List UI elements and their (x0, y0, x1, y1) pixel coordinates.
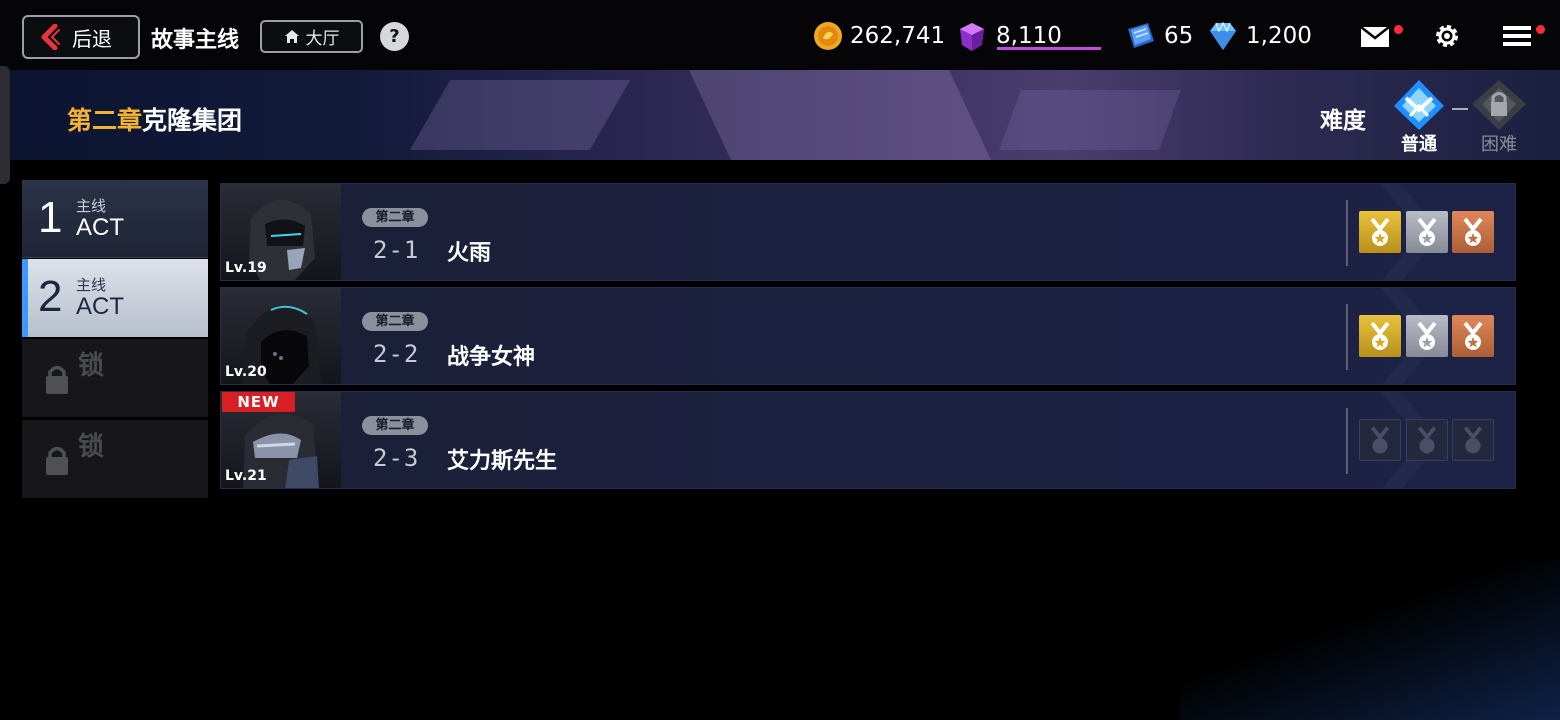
gold-medal-icon (1359, 211, 1401, 253)
stage-level: Lv.20 (225, 364, 267, 380)
banner-background-shard (409, 80, 631, 150)
stage-level: Lv.21 (225, 468, 267, 484)
difficulty-normal-button[interactable]: 普通 (1384, 76, 1454, 156)
new-badge: NEW (222, 392, 295, 412)
diamond-value: 1,200 (1246, 23, 1312, 49)
hard-difficulty-lock-icon (1472, 80, 1526, 130)
stage-code: 2-1 (373, 236, 420, 264)
bronze-medal-icon (1452, 211, 1494, 253)
empty-medal-icon (1452, 419, 1494, 461)
stage-name: 艾力斯先生 (447, 449, 558, 474)
stage-row-2-3[interactable]: Lv.21 第二章 2-3 艾力斯先生 (220, 391, 1516, 489)
mail-icon (1360, 26, 1390, 47)
silver-medal-icon (1406, 315, 1448, 357)
stage-divider (1346, 200, 1348, 266)
crystal-progress-bar (997, 47, 1101, 50)
stage-boss-portrait: Lv.19 (221, 184, 341, 280)
gold-medal-icon (1359, 315, 1401, 357)
stage-chapter-badge: 第二章 (362, 208, 428, 227)
hamburger-menu-icon (1503, 26, 1531, 46)
act-number: 1 (38, 193, 63, 242)
gold-value: 262,741 (850, 23, 946, 49)
ticket-value: 65 (1164, 23, 1194, 49)
act-tab-locked[interactable]: 锁 (22, 420, 208, 498)
locked-act-label: 锁 (78, 432, 104, 462)
act-tab-locked[interactable]: 锁 (22, 339, 208, 417)
difficulty-hard-label: 困难 (1481, 134, 1517, 155)
act-label: ACT (76, 214, 124, 241)
stage-chapter-badge: 第二章 (362, 416, 428, 435)
silver-medal-icon (1406, 211, 1448, 253)
gold-resource[interactable]: 262,741 (812, 18, 945, 54)
diamond-resource[interactable]: 1,200 (1206, 18, 1312, 54)
chapter-number: 第二章 (67, 106, 143, 135)
act-number: 2 (38, 272, 63, 321)
side-drawer-handle[interactable] (0, 66, 10, 184)
ticket-icon (1128, 23, 1154, 48)
settings-button[interactable] (1433, 22, 1461, 50)
banner-background-shard (999, 90, 1181, 150)
empty-medal-icon (1359, 419, 1401, 461)
stage-boss-portrait: Lv.20 (221, 288, 341, 384)
back-label: 后退 (72, 26, 112, 51)
stage-divider (1346, 304, 1348, 370)
background-decoration (1180, 560, 1560, 720)
menu-button[interactable] (1503, 24, 1533, 48)
difficulty-normal-label: 普通 (1401, 134, 1437, 155)
banner-background-shard (689, 70, 991, 160)
crystal-value: 8,110 (996, 23, 1062, 49)
normal-difficulty-icon (1394, 80, 1444, 130)
locked-act-label: 锁 (78, 351, 104, 381)
stage-row-2-2[interactable]: Lv.20 第二章 2-2 战争女神 (220, 287, 1516, 385)
difficulty-hard-button[interactable]: 困难 (1464, 76, 1534, 156)
menu-notification-dot (1536, 25, 1545, 34)
lock-icon (46, 365, 68, 394)
stage-name: 战争女神 (447, 345, 536, 370)
ticket-resource[interactable]: 65 (1124, 18, 1193, 54)
gold-coin-icon (814, 22, 842, 50)
lock-icon (46, 446, 68, 475)
act-tab-1[interactable]: 1 主线 ACT (22, 180, 208, 258)
act-subtitle: 主线 (76, 197, 107, 215)
lobby-button[interactable]: 大厅 (260, 20, 363, 53)
back-button[interactable]: 后退 (22, 15, 140, 59)
crystal-icon (960, 23, 984, 51)
stage-divider (1346, 408, 1348, 474)
top-bar: 后退 故事主线 大厅 ? 262,741 8,110 65 1,200 (0, 0, 1560, 72)
home-icon (284, 30, 299, 43)
page-title: 故事主线 (151, 28, 240, 53)
mail-notification-dot (1394, 25, 1403, 34)
mail-button[interactable] (1360, 26, 1392, 48)
gear-icon (1436, 25, 1458, 47)
empty-medal-icon (1406, 419, 1448, 461)
act-subtitle: 主线 (76, 276, 107, 294)
chapter-title: 第二章克隆集团 (67, 101, 242, 137)
stage-chapter-badge: 第二章 (362, 312, 428, 331)
bronze-medal-icon (1452, 315, 1494, 357)
chevron-left-icon (41, 24, 60, 50)
stage-row-2-1[interactable]: Lv.19 第二章 2-1 火雨 (220, 183, 1516, 281)
difficulty-label: 难度 (1320, 108, 1366, 134)
stage-code: 2-2 (373, 340, 420, 368)
diamond-icon (1210, 21, 1236, 50)
help-button[interactable]: ? (380, 22, 409, 51)
stage-name: 火雨 (447, 241, 492, 266)
chapter-name: 克隆集团 (142, 106, 243, 135)
stage-code: 2-3 (373, 444, 420, 472)
stage-level: Lv.19 (225, 260, 267, 276)
act-tab-2[interactable]: 2 主线 ACT (22, 259, 208, 337)
act-label: ACT (76, 293, 124, 320)
lobby-label: 大厅 (305, 29, 340, 49)
